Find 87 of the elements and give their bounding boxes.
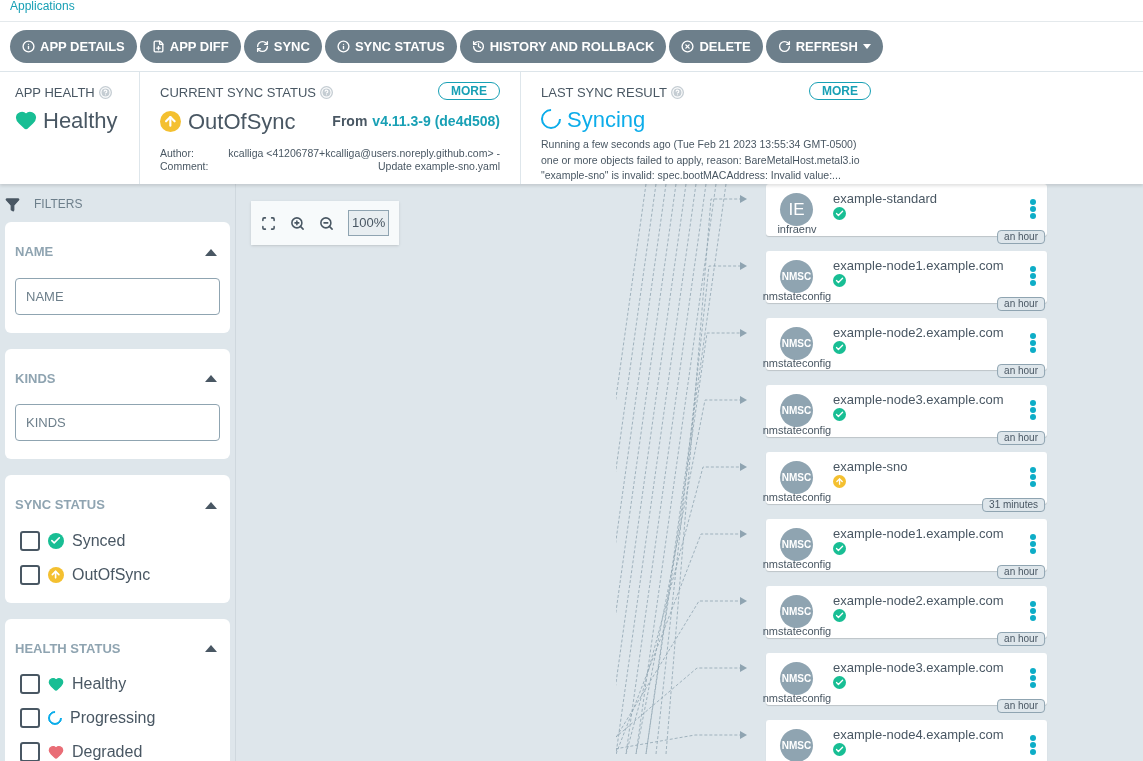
toolbar-button[interactable]: REFRESH: [765, 30, 883, 63]
name-filter-field[interactable]: NAME: [15, 277, 220, 315]
panel-title: CURRENT SYNC STATUS: [160, 84, 316, 102]
checkbox[interactable]: [20, 708, 40, 728]
filter-icon: [5, 196, 20, 212]
resource-name: example-node2.example.com: [833, 324, 1004, 342]
from-label: From: [332, 111, 368, 131]
toolbar-button[interactable]: HISTORY AND ROLLBACK: [459, 30, 667, 63]
checkbox-label: Healthy: [72, 674, 127, 694]
checkbox[interactable]: [20, 674, 40, 694]
toolbar-button[interactable]: SYNC STATUS: [324, 30, 457, 63]
collapse-caret-icon[interactable]: [205, 644, 217, 653]
author-label: Author:: [160, 146, 195, 160]
resource-name: example-node2.example.com: [833, 592, 1004, 610]
kinds-filter-field[interactable]: KINDS: [15, 404, 220, 441]
resource-name: example-standard: [833, 190, 938, 208]
revision-link[interactable]: v4.11.3-9 (de4d508): [372, 110, 500, 132]
filter-title: KINDS: [15, 369, 56, 388]
help-icon: [670, 86, 684, 100]
age-badge: an hour: [997, 632, 1045, 646]
more-vertical-icon[interactable]: [1030, 400, 1036, 420]
comment-value: Update example-sno.yaml: [377, 159, 500, 173]
help-icon: [320, 86, 333, 100]
heart-icon: [48, 676, 64, 692]
close-circle-icon: [681, 40, 695, 53]
checkbox[interactable]: [20, 530, 40, 551]
file-plus-icon: [151, 40, 165, 53]
zoom-out-icon[interactable]: [319, 215, 334, 231]
checkbox[interactable]: [20, 564, 40, 585]
author-value: kcalliga <41206787+kcalliga@users.noreply.github.com> -: [227, 146, 500, 160]
info-icon: [22, 40, 35, 53]
collapse-caret-icon[interactable]: [205, 247, 217, 256]
zoom-in-icon[interactable]: [290, 215, 305, 231]
age-badge: an hour: [997, 364, 1045, 378]
zoom-level: 100%: [348, 210, 390, 236]
sync-error-message: one or more objects failed to apply, reason: BareMetalHost.metal3.io "example-sno" is invalid: spec.bootMACAddress: Invalid value:...: [541, 152, 861, 183]
history-icon: [471, 40, 485, 53]
age-badge: an hour: [997, 297, 1045, 311]
checkbox-label: Progressing: [70, 708, 156, 728]
health-status: Healthy: [43, 106, 118, 135]
resource-node-card[interactable]: [766, 720, 1047, 761]
info-icon: [336, 40, 350, 53]
resource-name: example-sno: [833, 458, 908, 476]
fit-screen-icon[interactable]: [261, 215, 276, 231]
panel-title: LAST SYNC RESULT: [541, 84, 667, 102]
filter-title: HEALTH STATUS: [15, 639, 121, 658]
age-badge: an hour: [997, 431, 1045, 445]
sync-icon: [255, 40, 269, 53]
more-vertical-icon[interactable]: [1030, 534, 1036, 554]
more-vertical-icon[interactable]: [1030, 601, 1036, 621]
age-badge: an hour: [997, 230, 1045, 244]
sync-result-status: Syncing: [567, 105, 646, 134]
more-vertical-icon[interactable]: [1030, 266, 1036, 286]
heart-icon: [15, 109, 37, 131]
breadcrumb-link[interactable]: Applications: [10, 0, 75, 13]
sync-running-text: Running a few seconds ago (Tue Feb 21 2023 13:55:34 GMT-0500): [541, 137, 858, 151]
more-vertical-icon[interactable]: [1030, 668, 1036, 688]
resource-name: example-node1.example.com: [833, 257, 1004, 275]
resource-name: example-node4.example.com: [833, 726, 1004, 744]
collapse-caret-icon[interactable]: [205, 374, 217, 383]
checkbox-label: Synced: [72, 530, 126, 551]
help-icon: [98, 86, 112, 100]
filters-heading: FILTERS: [34, 196, 83, 213]
comment-label: Comment:: [160, 159, 209, 173]
more-vertical-icon[interactable]: [1030, 735, 1036, 755]
checkbox-label: OutOfSync: [72, 564, 151, 585]
toolbar-button[interactable]: DELETE: [669, 30, 763, 63]
filter-title: SYNC STATUS: [15, 496, 105, 514]
age-badge: 31 minutes: [982, 498, 1045, 512]
collapse-caret-icon[interactable]: [205, 500, 217, 509]
toolbar-button[interactable]: SYNC: [243, 30, 322, 63]
sync-status: OutOfSync: [188, 107, 296, 136]
panel-title: APP HEALTH: [15, 84, 95, 102]
filter-title: NAME: [15, 243, 54, 261]
resource-name: example-node3.example.com: [833, 659, 1004, 677]
more-vertical-icon[interactable]: [1030, 199, 1036, 219]
more-vertical-icon[interactable]: [1030, 467, 1036, 487]
more-vertical-icon[interactable]: [1030, 333, 1036, 353]
resource-name: example-node1.example.com: [833, 525, 1004, 543]
toolbar-button[interactable]: APP DETAILS: [10, 30, 137, 63]
refresh-icon: [777, 40, 791, 53]
checkbox-label: Degraded: [72, 742, 143, 761]
toolbar-button[interactable]: APP DIFF: [139, 30, 241, 63]
age-badge: an hour: [997, 565, 1045, 579]
checkbox[interactable]: [20, 742, 40, 761]
resource-name: example-node3.example.com: [833, 391, 1004, 409]
age-badge: an hour: [997, 699, 1045, 713]
